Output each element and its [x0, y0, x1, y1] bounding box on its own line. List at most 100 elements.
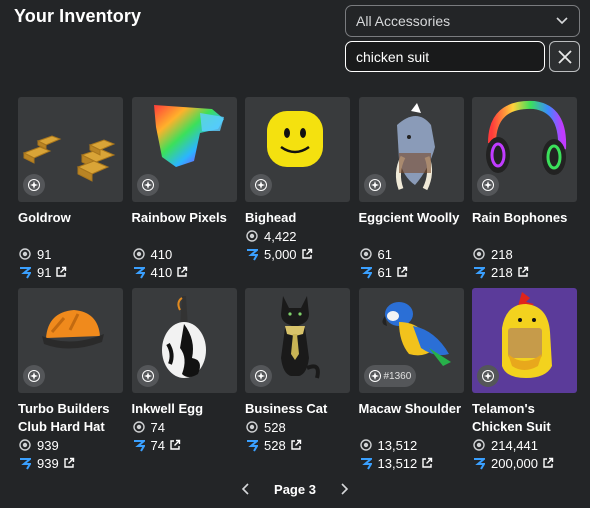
item-name: Rainbow Pixels	[131, 210, 227, 225]
value-icon	[132, 247, 146, 261]
serial-number: #1360	[383, 370, 412, 382]
price-icon	[472, 265, 486, 279]
item-thumbnail[interactable]	[18, 288, 123, 393]
limited-star-icon	[482, 179, 494, 191]
item-value: 214,441	[491, 437, 538, 453]
item-card-eggcient-woolly[interactable]: Eggcient Woolly 61 61	[358, 97, 464, 288]
external-link-icon[interactable]	[290, 439, 302, 451]
item-thumbnail[interactable]	[472, 288, 577, 393]
item-price: 939	[37, 455, 59, 471]
item-badge	[23, 365, 45, 387]
price-icon	[132, 438, 146, 452]
price-icon	[359, 265, 373, 279]
page-title: Your Inventory	[14, 6, 142, 26]
inventory-grid: Goldrow 91 91 Rainbow Pixels 410 410 Big…	[18, 97, 577, 479]
item-card-bighead[interactable]: Bighead 4,422 5,000	[245, 97, 350, 288]
item-value-row: 410	[132, 245, 237, 263]
item-value-row: 13,512	[359, 436, 464, 454]
item-card-business-cat[interactable]: Business Cat 528 528	[245, 288, 350, 479]
item-badge	[477, 174, 499, 196]
item-name: Business Cat	[245, 401, 328, 416]
item-thumbnail[interactable]	[245, 288, 350, 393]
item-card-rain-bophones[interactable]: Rain Bophones 218 218	[472, 97, 577, 288]
item-value: 528	[264, 419, 286, 435]
item-card-macaw-shoulder[interactable]: #1360 Macaw Shoulder 13,512 13,512	[358, 288, 464, 479]
item-price-row[interactable]: 200,000	[472, 454, 577, 472]
external-link-icon[interactable]	[396, 266, 408, 278]
item-card-inkwell-egg[interactable]: Inkwell Egg 74 74	[131, 288, 237, 479]
item-price-row[interactable]: 13,512	[359, 454, 464, 472]
value-icon	[359, 438, 373, 452]
external-link-icon[interactable]	[301, 248, 313, 260]
value-icon	[245, 420, 259, 434]
item-price-row[interactable]: 91	[18, 263, 123, 281]
item-thumbnail[interactable]	[245, 97, 350, 202]
price-icon	[472, 456, 486, 470]
item-thumbnail[interactable]	[472, 97, 577, 202]
item-badge	[250, 365, 272, 387]
search-input[interactable]	[345, 41, 545, 72]
item-card-rainbow-pixels[interactable]: Rainbow Pixels 410 410	[131, 97, 237, 288]
filter-selected-label: All Accessories	[356, 13, 451, 29]
limited-star-icon	[368, 179, 381, 191]
limited-star-icon	[28, 179, 40, 191]
value-icon	[18, 438, 32, 452]
chevron-down-icon	[555, 14, 569, 28]
item-badge	[477, 365, 499, 387]
item-price: 200,000	[491, 455, 538, 471]
external-link-icon[interactable]	[421, 457, 433, 469]
price-icon	[18, 456, 32, 470]
item-price-row[interactable]: 410	[132, 263, 237, 281]
item-thumbnail[interactable]	[18, 97, 123, 202]
value-icon	[472, 438, 486, 452]
item-value: 74	[150, 419, 165, 435]
item-price-row[interactable]: 5,000	[245, 245, 350, 263]
item-price-row[interactable]: 61	[359, 263, 464, 281]
chevron-left-icon[interactable]	[238, 482, 252, 496]
item-name: Telamon's Chicken Suit	[472, 401, 551, 434]
item-name: Macaw Shoulder	[358, 401, 462, 416]
item-value-row: 218	[472, 245, 577, 263]
price-icon	[132, 265, 146, 279]
item-price: 74	[150, 437, 165, 453]
accessory-filter-dropdown[interactable]: All Accessories	[345, 5, 580, 37]
chevron-right-icon[interactable]	[338, 482, 352, 496]
item-price: 410	[150, 264, 173, 280]
value-icon	[18, 247, 32, 261]
item-value: 4,422	[264, 228, 297, 244]
item-name: Turbo Builders Club Hard Hat	[18, 401, 110, 434]
limited-star-icon	[482, 370, 494, 382]
close-icon	[557, 49, 572, 64]
item-price: 91	[37, 264, 52, 280]
external-link-icon[interactable]	[63, 457, 75, 469]
item-thumbnail[interactable]	[358, 97, 464, 202]
price-icon	[245, 438, 259, 452]
item-price-row[interactable]: 218	[472, 263, 577, 281]
item-badge	[250, 174, 272, 196]
item-thumbnail[interactable]: #1360	[358, 288, 464, 393]
limited-star-icon	[255, 370, 267, 382]
item-price-row[interactable]: 74	[132, 436, 237, 454]
item-thumbnail[interactable]	[131, 288, 237, 393]
external-link-icon[interactable]	[169, 439, 181, 451]
item-badge: #1360	[363, 365, 417, 387]
item-price-row[interactable]: 939	[18, 454, 123, 472]
item-badge	[363, 174, 386, 196]
clear-search-button[interactable]	[549, 41, 580, 72]
value-icon	[359, 247, 373, 261]
external-link-icon[interactable]	[55, 266, 67, 278]
external-link-icon[interactable]	[176, 266, 188, 278]
item-card-telamons-chicken-suit[interactable]: Telamon's Chicken Suit 214,441 200,000	[472, 288, 577, 479]
item-badge	[136, 174, 159, 196]
item-thumbnail[interactable]	[131, 97, 237, 202]
external-link-icon[interactable]	[542, 457, 554, 469]
external-link-icon[interactable]	[517, 266, 529, 278]
item-price-row[interactable]: 528	[245, 436, 350, 454]
item-value: 410	[150, 246, 173, 262]
price-icon	[18, 265, 32, 279]
item-badge	[23, 174, 45, 196]
item-card-goldrow[interactable]: Goldrow 91 91	[18, 97, 123, 288]
limited-star-icon	[368, 370, 381, 382]
item-card-turbo-builders-club-hard-hat[interactable]: Turbo Builders Club Hard Hat 939 939	[18, 288, 123, 479]
item-name: Goldrow	[18, 210, 71, 225]
